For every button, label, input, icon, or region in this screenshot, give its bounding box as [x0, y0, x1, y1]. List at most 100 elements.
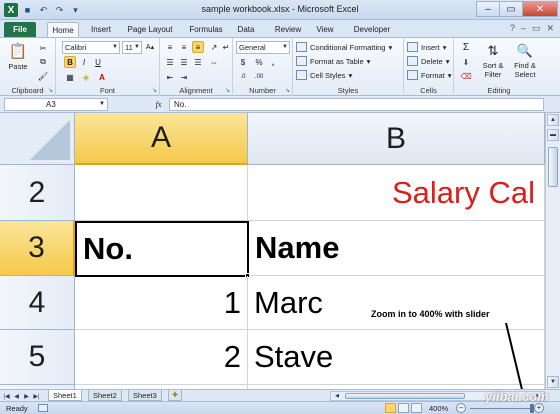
font-name-select[interactable]: Calibri ▼	[62, 41, 120, 54]
format-painter-icon[interactable]: 🖌	[37, 70, 49, 82]
row-header-5[interactable]: 5	[0, 330, 75, 385]
ribbon-restore-icon[interactable]: ▭	[532, 23, 541, 34]
cut-icon[interactable]: ✂	[37, 42, 49, 54]
vertical-scrollbar[interactable]: ▲ ▬ ▼	[545, 113, 560, 389]
cell-a2[interactable]	[75, 165, 248, 221]
row-header-3[interactable]: 3	[0, 221, 75, 276]
tab-formulas[interactable]: Formulas	[185, 22, 227, 37]
align-bottom-icon[interactable]: ≡	[192, 41, 204, 53]
prev-sheet-icon[interactable]: ◀	[12, 391, 21, 401]
currency-button[interactable]: $	[237, 56, 249, 68]
scroll-down-icon[interactable]: ▼	[547, 376, 559, 388]
borders-icon[interactable]: ▦	[64, 71, 76, 83]
row-header-2[interactable]: 2	[0, 165, 75, 221]
font-size-select[interactable]: 11 ▼	[122, 41, 142, 54]
zoom-slider[interactable]	[470, 408, 532, 409]
cell-styles-button[interactable]: Cell Styles ▾	[296, 69, 352, 81]
page-layout-view-icon[interactable]	[398, 403, 409, 413]
page-break-view-icon[interactable]	[411, 403, 422, 413]
column-header-a[interactable]: A	[75, 113, 248, 165]
align-top-icon[interactable]: ≡	[164, 41, 176, 53]
split-box-icon[interactable]: ▬	[547, 129, 559, 141]
zoom-out-icon[interactable]: –	[456, 403, 466, 413]
number-format-select[interactable]: General ▼	[236, 41, 290, 54]
cell-b4[interactable]: Marc	[248, 276, 545, 330]
align-right-icon[interactable]: ☰	[192, 56, 204, 68]
percent-button[interactable]: %	[253, 56, 265, 68]
merge-center-icon[interactable]: ⇔	[208, 56, 220, 68]
font-color-icon[interactable]: A	[96, 71, 108, 83]
insert-function-button[interactable]: fx	[150, 98, 167, 111]
comma-button[interactable]: ,	[267, 56, 279, 68]
decrease-decimal-button[interactable]: .00	[253, 71, 265, 83]
number-launcher-icon[interactable]: ↘	[285, 87, 290, 94]
scroll-left-icon[interactable]: ◀	[332, 392, 342, 400]
sheet-tab-2[interactable]: Sheet2	[88, 390, 122, 401]
vertical-scroll-thumb[interactable]	[548, 147, 558, 187]
column-header-b[interactable]: B	[248, 113, 545, 165]
next-sheet-icon[interactable]: ▶	[22, 391, 31, 401]
ribbon-minimize-icon[interactable]: –	[521, 23, 526, 34]
bold-button[interactable]: B	[64, 56, 76, 68]
first-sheet-icon[interactable]: |◀	[2, 391, 11, 401]
cell-a3[interactable]: No.	[75, 221, 249, 277]
autosum-icon[interactable]: Σ	[460, 41, 472, 53]
conditional-formatting-button[interactable]: Conditional Formatting ▾	[296, 41, 392, 53]
ribbon-close-icon[interactable]: ✕	[546, 23, 554, 34]
macro-record-icon[interactable]	[38, 404, 48, 412]
tab-file[interactable]: File	[4, 22, 36, 37]
format-cells-button[interactable]: Format ▾	[407, 69, 452, 81]
paste-button[interactable]: 📋 Paste	[5, 41, 31, 72]
row-header-4[interactable]: 4	[0, 276, 75, 330]
sheet-tab-1[interactable]: Sheet1	[48, 390, 82, 401]
zoom-level[interactable]: 400%	[429, 404, 448, 413]
normal-view-icon[interactable]	[385, 403, 396, 413]
insert-cells-button[interactable]: Insert ▾	[407, 41, 447, 53]
tab-data[interactable]: Data	[233, 22, 259, 37]
close-button[interactable]: ✕	[522, 1, 558, 17]
sort-filter-button[interactable]: ⇅ Sort & Filter	[478, 40, 508, 80]
minimize-button[interactable]: –	[476, 1, 500, 17]
find-select-button[interactable]: 🔍 Find & Select	[510, 40, 540, 80]
cell-a5[interactable]: 2	[75, 330, 248, 385]
tab-insert[interactable]: Insert	[85, 22, 117, 37]
sheet-tab-3[interactable]: Sheet3	[128, 390, 162, 401]
insert-sheet-icon[interactable]: ✚	[168, 390, 182, 401]
underline-button[interactable]: U	[92, 56, 104, 68]
tab-page-layout[interactable]: Page Layout	[124, 22, 176, 37]
grow-font-icon[interactable]: A▴	[144, 41, 156, 53]
orientation-icon[interactable]: ↗	[208, 41, 220, 53]
last-sheet-icon[interactable]: ▶|	[32, 391, 41, 401]
tab-view[interactable]: View	[312, 22, 338, 37]
tab-review[interactable]: Review	[272, 22, 304, 37]
formula-input[interactable]: No.	[169, 98, 544, 111]
delete-cells-button[interactable]: Delete ▾	[407, 55, 449, 67]
help-icon[interactable]: ?	[510, 23, 515, 34]
align-left-icon[interactable]: ☰	[164, 56, 176, 68]
copy-icon[interactable]: ⧉	[37, 56, 49, 68]
alignment-launcher-icon[interactable]: ↘	[225, 87, 230, 94]
select-all-button[interactable]	[0, 113, 75, 165]
increase-decimal-button[interactable]: .0	[237, 71, 249, 83]
zoom-in-icon[interactable]: +	[534, 403, 544, 413]
cell-a4[interactable]: 1	[75, 276, 248, 330]
horizontal-scroll-thumb[interactable]	[345, 393, 465, 399]
wrap-text-icon[interactable]: ↵	[220, 41, 232, 53]
align-middle-icon[interactable]: ≡	[178, 41, 190, 53]
fill-icon[interactable]: ⬇	[460, 56, 472, 68]
cell-b3[interactable]: Name	[249, 221, 545, 276]
scroll-up-icon[interactable]: ▲	[547, 114, 559, 126]
cell-b5[interactable]: Stave	[248, 330, 545, 385]
tab-developer[interactable]: Developer	[350, 22, 394, 37]
format-as-table-button[interactable]: Format as Table ▾	[296, 55, 370, 67]
clipboard-launcher-icon[interactable]: ↘	[48, 87, 53, 94]
name-box[interactable]: A3 ▼	[4, 98, 108, 111]
clear-icon[interactable]: ⌫	[460, 70, 472, 82]
maximize-button[interactable]: ▭	[499, 1, 523, 17]
align-center-icon[interactable]: ☰	[178, 56, 190, 68]
fill-color-icon[interactable]: ◈	[80, 71, 92, 83]
italic-button[interactable]: I	[78, 56, 90, 68]
cell-b2[interactable]: Salary Cal	[248, 165, 545, 221]
font-launcher-icon[interactable]: ↘	[152, 87, 157, 94]
decrease-indent-icon[interactable]: ⇤	[164, 71, 176, 83]
